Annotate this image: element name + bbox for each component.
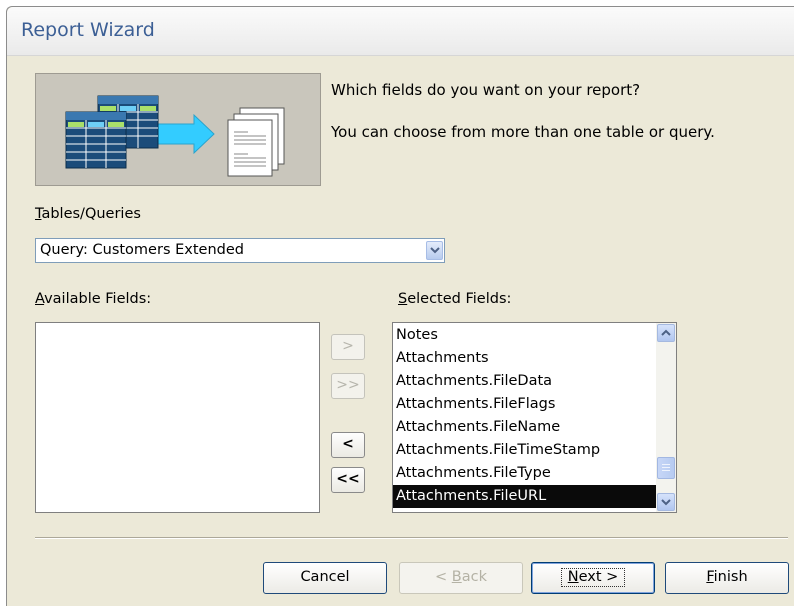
add-field-button[interactable]: > — [331, 334, 365, 360]
tables-queries-selected: Query: Customers Extended — [40, 242, 244, 258]
finish-button[interactable]: Finish — [665, 562, 789, 594]
chevron-down-icon[interactable] — [426, 241, 443, 260]
list-item[interactable]: Attachments.FileData — [393, 370, 656, 393]
report-wizard-window: Report Wizard Which fields do you want o… — [6, 6, 794, 606]
list-item-selected[interactable]: Attachments.FileURL — [393, 485, 656, 508]
available-fields-label: Available Fields: — [35, 291, 152, 307]
wizard-question: Which fields do you want on your report? — [331, 81, 641, 99]
list-item[interactable]: Attachments.FileType — [393, 462, 656, 485]
list-item[interactable]: Notes — [393, 324, 656, 347]
footer-separator — [35, 537, 788, 539]
tables-queries-dropdown[interactable]: Query: Customers Extended — [35, 238, 445, 263]
wizard-hint: You can choose from more than one table … — [331, 123, 715, 141]
next-button[interactable]: Next > — [531, 562, 655, 594]
list-item[interactable]: Attachments.FileName — [393, 416, 656, 439]
remove-all-fields-button[interactable]: << — [331, 467, 365, 493]
cancel-button[interactable]: Cancel — [263, 562, 387, 594]
table-grid-icon-front — [65, 111, 127, 169]
scroll-down-button[interactable] — [657, 493, 675, 511]
title-bar[interactable]: Report Wizard — [7, 7, 794, 56]
add-all-fields-button[interactable]: >> — [331, 373, 365, 399]
list-item[interactable]: Attachments.FileTimeStamp — [393, 439, 656, 462]
tables-queries-label: Tables/Queries — [35, 206, 141, 222]
back-button[interactable]: < Back — [399, 562, 523, 594]
chevron-up-icon — [661, 329, 671, 336]
scroll-thumb[interactable] — [657, 457, 675, 479]
selected-fields-scrollbar[interactable] — [656, 323, 676, 512]
available-fields-list[interactable] — [35, 322, 320, 513]
tables-to-report-icon — [65, 95, 285, 177]
scroll-up-button[interactable] — [657, 324, 675, 342]
remove-field-button[interactable]: < — [331, 432, 365, 458]
window-title: Report Wizard — [21, 19, 155, 41]
selected-fields-label: Selected Fields: — [398, 291, 512, 307]
wizard-illustration — [35, 73, 321, 186]
selected-fields-list[interactable]: Notes Attachments Attachments.FileData A… — [392, 322, 677, 513]
chevron-down-icon — [661, 499, 671, 506]
list-item[interactable]: Attachments — [393, 347, 656, 370]
list-item[interactable]: Attachments.FileFlags — [393, 393, 656, 416]
report-pages-icon — [227, 107, 285, 177]
